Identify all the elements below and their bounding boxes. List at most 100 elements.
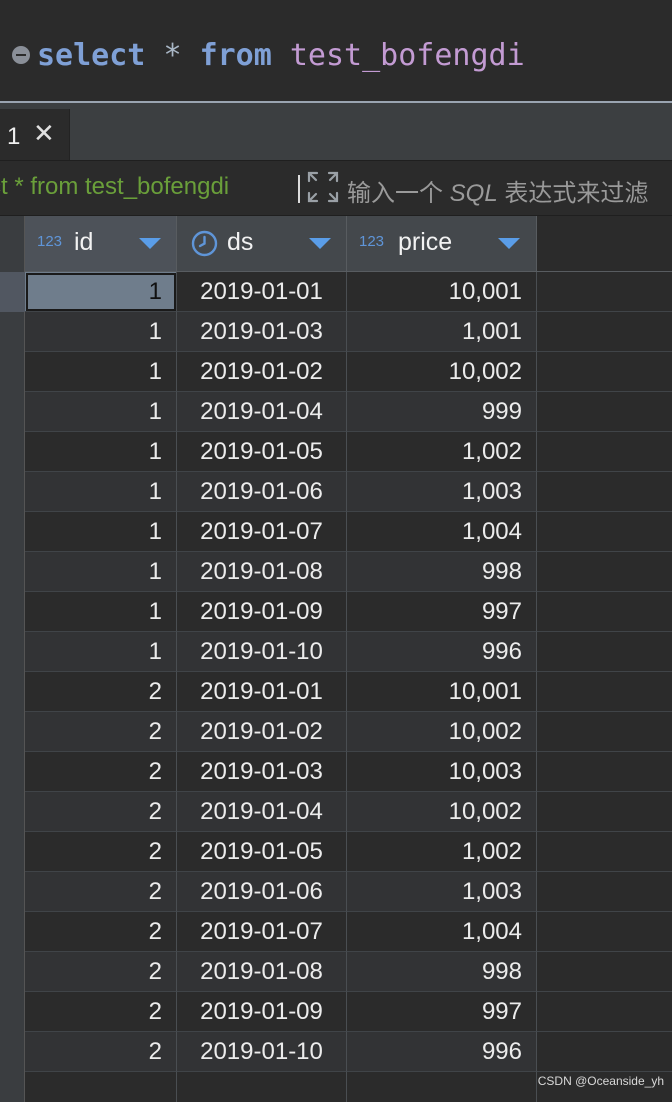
cell-ds[interactable]: 2019-01-07 [177,912,347,952]
cell-price[interactable]: 996 [347,632,537,672]
cell-id[interactable]: 1 [25,512,177,552]
cell-price[interactable]: 997 [347,592,537,632]
cell-id[interactable]: 1 [25,392,177,432]
table-row[interactable]: 1 2019-01-10 996 [25,632,672,672]
tab-result-1[interactable]: 1 ✕ [0,109,70,161]
cell-id[interactable]: 1 [25,552,177,592]
filter-input[interactable]: 输入一个 SQL 表达式来过滤 [347,173,648,208]
sort-arrow-icon[interactable] [309,238,331,249]
cell-price[interactable]: 10,001 [347,672,537,712]
sort-arrow-icon[interactable] [498,238,520,249]
column-header-price[interactable]: 123 price [347,216,537,272]
close-icon[interactable]: ✕ [33,121,55,147]
cell-price[interactable]: 10,003 [347,752,537,792]
cell-ds[interactable]: 2019-01-06 [177,872,347,912]
table-row[interactable]: 2 2019-01-09 997 [25,992,672,1032]
table-row[interactable]: 1 2019-01-04 999 [25,392,672,432]
table-row[interactable]: 1 2019-01-07 1,004 [25,512,672,552]
cell-price[interactable] [347,1072,537,1102]
cell-price[interactable]: 996 [347,1032,537,1072]
sql-editor[interactable]: select * from test_bofengdi [0,0,672,101]
cell-price[interactable]: 1,002 [347,832,537,872]
cell-id[interactable]: 1 [25,592,177,632]
cell-price[interactable]: 1,002 [347,432,537,472]
cell-ds[interactable]: 2019-01-09 [177,592,347,632]
table-row[interactable]: 1 2019-01-01 10,001 [25,272,672,312]
cell-id[interactable]: 1 [25,432,177,472]
cell-ds[interactable]: 2019-01-08 [177,952,347,992]
table-row[interactable]: 2 2019-01-03 10,003 [25,752,672,792]
cell-ds[interactable]: 2019-01-04 [177,392,347,432]
table-row[interactable]: 2 2019-01-04 10,002 [25,792,672,832]
table-row[interactable]: 2 2019-01-05 1,002 [25,832,672,872]
cell-ds[interactable]: 2019-01-10 [177,1032,347,1072]
statement-marker-icon[interactable] [12,46,30,64]
cell-id[interactable] [25,1072,177,1102]
table-row[interactable]: 2 2019-01-06 1,003 [25,872,672,912]
cell-id[interactable]: 2 [25,712,177,752]
table-row[interactable]: 1 2019-01-09 997 [25,592,672,632]
cell-price[interactable]: 10,001 [347,272,537,312]
cell-ds[interactable]: 2019-01-04 [177,792,347,832]
sort-arrow-icon[interactable] [139,238,161,249]
table-row[interactable]: 2 2019-01-01 10,001 [25,672,672,712]
table-row[interactable]: 1 2019-01-03 1,001 [25,312,672,352]
cell-ds[interactable]: 2019-01-05 [177,832,347,872]
column-header-ds[interactable]: ds [177,216,347,272]
cell-ds[interactable]: 2019-01-08 [177,552,347,592]
cell-ds[interactable]: 2019-01-05 [177,432,347,472]
cell-price[interactable]: 1,003 [347,472,537,512]
cell-filler [537,392,672,432]
cell-id[interactable]: 1 [25,312,177,352]
cell-price[interactable]: 10,002 [347,352,537,392]
cell-id[interactable]: 2 [25,672,177,712]
table-row[interactable]: 1 2019-01-06 1,003 [25,472,672,512]
cell-filler [537,272,672,312]
cell-ds[interactable]: 2019-01-10 [177,632,347,672]
row-number-gutter[interactable] [0,216,25,1102]
table-row[interactable]: 1 2019-01-02 10,002 [25,352,672,392]
cell-ds[interactable]: 2019-01-06 [177,472,347,512]
cell-id[interactable]: 2 [25,1032,177,1072]
cell-ds[interactable]: 2019-01-03 [177,752,347,792]
column-header-id[interactable]: 123 id [25,216,177,272]
sql-statement[interactable]: select * from test_bofengdi [37,33,525,79]
table-row[interactable]: 2 2019-01-08 998 [25,952,672,992]
cell-price[interactable]: 1,004 [347,512,537,552]
cell-price[interactable]: 998 [347,952,537,992]
cell-id[interactable]: 2 [25,992,177,1032]
cell-price[interactable]: 997 [347,992,537,1032]
cell-ds[interactable]: 2019-01-02 [177,352,347,392]
table-row[interactable]: 2 2019-01-07 1,004 [25,912,672,952]
cell-ds[interactable]: 2019-01-01 [177,672,347,712]
cell-id[interactable]: 1 [25,632,177,672]
cell-ds[interactable]: 2019-01-07 [177,512,347,552]
cell-id[interactable]: 1 [25,272,177,312]
cell-ds[interactable]: 2019-01-02 [177,712,347,752]
cell-price[interactable]: 1,004 [347,912,537,952]
table-row[interactable]: 2 2019-01-10 996 [25,1032,672,1072]
table-row[interactable]: 2 2019-01-02 10,002 [25,712,672,752]
cell-price[interactable]: 998 [347,552,537,592]
table-row[interactable]: 1 2019-01-05 1,002 [25,432,672,472]
cell-price[interactable]: 10,002 [347,792,537,832]
cell-id[interactable]: 2 [25,832,177,872]
tab-label: 1 [7,123,21,150]
cell-ds[interactable]: 2019-01-09 [177,992,347,1032]
cell-id[interactable]: 1 [25,352,177,392]
expand-icon[interactable] [306,170,340,204]
cell-id[interactable]: 2 [25,952,177,992]
cell-price[interactable]: 1,001 [347,312,537,352]
cell-id[interactable]: 2 [25,872,177,912]
cell-ds[interactable]: 2019-01-01 [177,272,347,312]
cell-ds[interactable]: 2019-01-03 [177,312,347,352]
cell-ds[interactable] [177,1072,347,1102]
cell-price[interactable]: 10,002 [347,712,537,752]
cell-id[interactable]: 1 [25,472,177,512]
cell-id[interactable]: 2 [25,792,177,832]
cell-price[interactable]: 999 [347,392,537,432]
cell-price[interactable]: 1,003 [347,872,537,912]
table-row[interactable]: 1 2019-01-08 998 [25,552,672,592]
cell-id[interactable]: 2 [25,752,177,792]
cell-id[interactable]: 2 [25,912,177,952]
